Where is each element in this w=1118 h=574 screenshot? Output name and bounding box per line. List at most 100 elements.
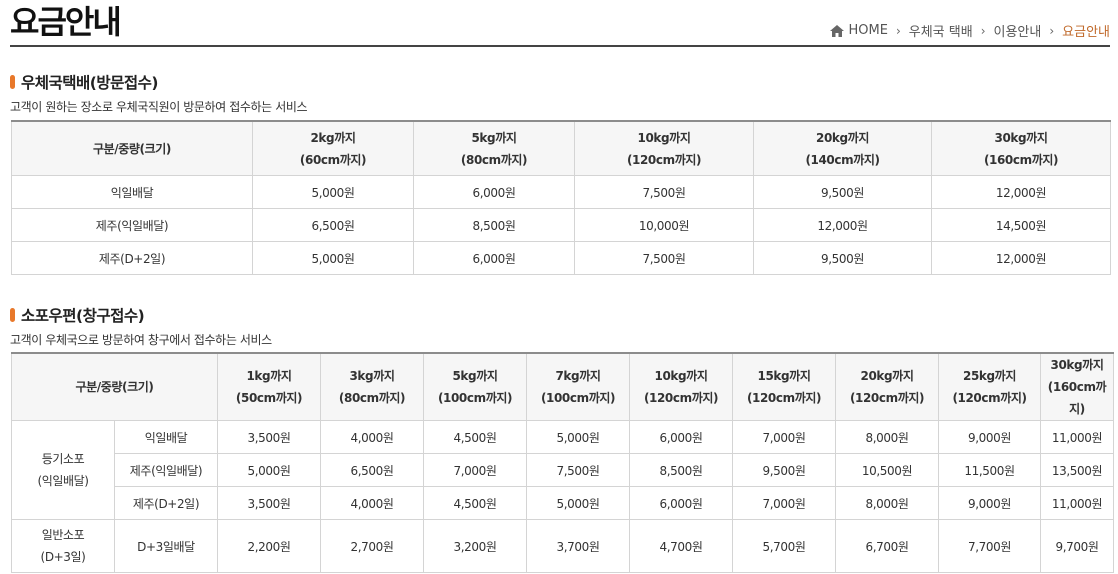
- price-cell: 4,000원: [320, 420, 424, 454]
- breadcrumb-item-parcel[interactable]: 우체국 택배: [909, 21, 973, 40]
- row-label: D+3일배달: [114, 519, 218, 573]
- page-title: 요금안내: [10, 3, 122, 41]
- price-cell: 3,500원: [217, 420, 321, 454]
- group-label-registered: 등기소포 (익일배달): [11, 420, 115, 520]
- breadcrumb-item-guide[interactable]: 이용안내: [994, 21, 1042, 40]
- table-row: 등기소포 (익일배달) 익일배달 3,500원 4,000원 4,500원 5,0…: [11, 420, 1114, 520]
- header-col: 25kg까지 (120cm까지): [938, 352, 1041, 421]
- row-label: 익일배달: [11, 175, 253, 209]
- header-col: 10kg까지 (120cm까지): [629, 352, 733, 421]
- price-cell: 9,000원: [938, 420, 1041, 454]
- header-col: 3kg까지 (80cm까지): [320, 352, 424, 421]
- chevron-right-icon: ›: [1049, 23, 1055, 38]
- price-cell: 12,000원: [931, 241, 1111, 275]
- header-col: 20kg까지 (140cm까지): [753, 120, 932, 176]
- chevron-right-icon: ›: [980, 23, 986, 38]
- table-row: 제주(D+2일) 3,500원 4,000원 4,500원 5,000원 6,0…: [12, 486, 1114, 520]
- price-cell: 13,500원: [1040, 453, 1114, 487]
- header-col: 30kg까지 (160cm까지): [1040, 352, 1114, 421]
- price-cell: 6,000원: [413, 175, 575, 209]
- price-cell: 5,700원: [732, 519, 836, 573]
- table-row: 제주(익일배달) 5,000원 6,500원 7,000원 7,500원 8,5…: [12, 453, 1114, 487]
- section-title-visit: 우체국택배(방문접수): [10, 71, 159, 93]
- rate-table-visit: 구분/중량(크기) 2kg까지 (60cm까지) 5kg까지 (80cm까지) 10…: [11, 120, 1111, 275]
- price-cell: 7,500원: [526, 453, 630, 487]
- price-cell: 8,000원: [835, 486, 939, 520]
- row-label: 제주(익일배달): [11, 208, 253, 242]
- price-cell: 8,500원: [413, 208, 575, 242]
- section-desc-counter: 고객이 우체국으로 방문하여 창구에서 접수하는 서비스: [10, 333, 272, 347]
- breadcrumb-current: 요금안내: [1062, 25, 1110, 40]
- price-cell: 14,500원: [931, 208, 1111, 242]
- price-cell: 6,700원: [835, 519, 939, 573]
- price-cell: 9,700원: [1040, 519, 1114, 573]
- price-cell: 8,000원: [835, 420, 939, 454]
- price-cell: 3,200원: [423, 519, 527, 573]
- price-cell: 10,500원: [835, 453, 939, 487]
- price-cell: 7,500원: [574, 175, 754, 209]
- bullet-icon: [10, 75, 15, 89]
- header-col: 5kg까지 (100cm까지): [423, 352, 527, 421]
- price-cell: 9,500원: [753, 241, 932, 275]
- price-cell: 4,000원: [320, 486, 424, 520]
- row-label: 제주(D+2일): [114, 486, 218, 520]
- section-title-text: 우체국택배(방문접수): [21, 74, 159, 92]
- table-header-row: 구분/중량(크기) 2kg까지 (60cm까지) 5kg까지 (80cm까지) 10…: [11, 120, 1111, 176]
- header-col: 30kg까지 (160cm까지): [931, 120, 1111, 176]
- row-label: 제주(D+2일): [11, 241, 253, 275]
- section-title-text: 소포우편(창구접수): [21, 307, 145, 325]
- price-cell: 9,000원: [938, 486, 1041, 520]
- price-cell: 7,000원: [423, 453, 527, 487]
- price-cell: 7,700원: [938, 519, 1041, 573]
- price-cell: 9,500원: [753, 175, 932, 209]
- price-cell: 8,500원: [629, 453, 733, 487]
- table-row: 제주(D+2일) 5,000원 6,000원 7,500원 9,500원 12,…: [11, 241, 1111, 275]
- header-col: 7kg까지 (100cm까지): [526, 352, 630, 421]
- bullet-icon: [10, 308, 15, 322]
- header-category: 구분/중량(크기): [11, 352, 218, 421]
- table-row: 제주(익일배달) 6,500원 8,500원 10,000원 12,000원 1…: [11, 208, 1111, 242]
- price-cell: 4,500원: [423, 420, 527, 454]
- price-cell: 6,500원: [252, 208, 414, 242]
- rate-table-counter: 구분/중량(크기) 1kg까지 (50cm까지) 3kg까지 (80cm까지) 5k…: [11, 352, 1114, 573]
- header-col: 2kg까지 (60cm까지): [252, 120, 414, 176]
- table-row: 일반소포 (D+3일) D+3일배달 2,200원 2,700원 3,200원 3…: [11, 519, 1114, 573]
- row-label: 익일배달: [114, 420, 218, 454]
- price-cell: 5,000원: [252, 175, 414, 209]
- price-cell: 2,700원: [320, 519, 424, 573]
- price-cell: 5,000원: [252, 241, 414, 275]
- price-cell: 6,000원: [629, 486, 733, 520]
- row-label: 제주(익일배달): [114, 453, 218, 487]
- price-cell: 4,700원: [629, 519, 733, 573]
- header-col: 1kg까지 (50cm까지): [217, 352, 321, 421]
- price-cell: 3,500원: [217, 486, 321, 520]
- header-col: 10kg까지 (120cm까지): [574, 120, 754, 176]
- home-icon[interactable]: [830, 24, 845, 37]
- section-desc-visit: 고객이 원하는 장소로 우체국직원이 방문하여 접수하는 서비스: [10, 100, 308, 114]
- price-cell: 11,000원: [1040, 486, 1114, 520]
- header-col: 20kg까지 (120cm까지): [835, 352, 939, 421]
- price-cell: 7,000원: [732, 420, 836, 454]
- price-cell: 12,000원: [931, 175, 1111, 209]
- price-cell: 6,000원: [629, 420, 733, 454]
- breadcrumb-home[interactable]: HOME: [848, 23, 887, 38]
- header-category: 구분/중량(크기): [11, 120, 253, 176]
- price-cell: 5,000원: [217, 453, 321, 487]
- chevron-right-icon: ›: [895, 23, 901, 38]
- group-label-general: 일반소포 (D+3일): [11, 519, 115, 573]
- price-cell: 5,000원: [526, 420, 630, 454]
- title-divider: [10, 45, 1110, 47]
- price-cell: 5,000원: [526, 486, 630, 520]
- price-cell: 10,000원: [574, 208, 754, 242]
- section-title-counter: 소포우편(창구접수): [10, 304, 145, 326]
- price-cell: 4,500원: [423, 486, 527, 520]
- table-header-row: 구분/중량(크기) 1kg까지 (50cm까지) 3kg까지 (80cm까지) 5k…: [11, 352, 1114, 421]
- price-cell: 11,500원: [938, 453, 1041, 487]
- price-cell: 7,500원: [574, 241, 754, 275]
- price-cell: 9,500원: [732, 453, 836, 487]
- price-cell: 2,200원: [217, 519, 321, 573]
- price-cell: 11,000원: [1040, 420, 1114, 454]
- header-col: 5kg까지 (80cm까지): [413, 120, 575, 176]
- header-col: 15kg까지 (120cm까지): [732, 352, 836, 421]
- table-row: 익일배달 5,000원 6,000원 7,500원 9,500원 12,000원: [11, 175, 1111, 209]
